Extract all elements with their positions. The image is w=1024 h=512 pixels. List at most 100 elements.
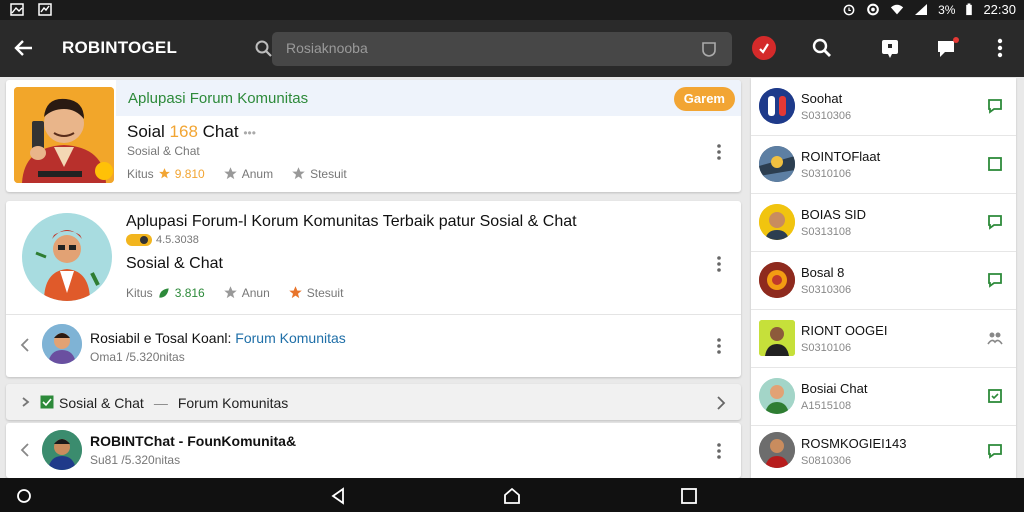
star-icon (223, 167, 237, 180)
system-nav-bar (0, 478, 1024, 512)
separator: — (153, 395, 168, 411)
app-avatar-image (14, 87, 114, 183)
card-header-bar: Aplupasi Forum Komunitas Garem (116, 80, 741, 116)
overview-square-icon[interactable] (679, 486, 699, 506)
notification-red-button[interactable] (752, 36, 776, 60)
stat-item: Kitus 9.810 (127, 167, 205, 181)
chat-action-icon[interactable] (986, 387, 1004, 405)
group-icon[interactable] (986, 329, 1004, 347)
back-arrow-icon[interactable] (12, 36, 36, 60)
contact-avatar (759, 432, 795, 468)
star-icon (223, 286, 237, 299)
contact-number: S0313108 (801, 226, 852, 238)
app-full-title: Aplupasi Forum-l Korum Komunitas Terbaik… (126, 213, 577, 230)
app-title: ROBINTOGEL (62, 38, 178, 57)
chevron-right-icon[interactable] (716, 396, 726, 410)
contact-avatar (759, 320, 795, 356)
rating-value: 4.5.3038 (156, 234, 199, 246)
more-options-icon[interactable] (716, 442, 722, 460)
list-item-card[interactable]: ROBINTChat - FounKomunita& Su81 /5.320ni… (6, 423, 741, 478)
alarm-icon (843, 4, 855, 16)
more-options-icon[interactable] (716, 255, 722, 273)
sub-item-title-b[interactable]: Forum Komunitas (235, 330, 345, 346)
contact-name: ROSMKOGIEI143 (801, 436, 907, 451)
contact-item[interactable]: Bosiai Chat A1515108 (751, 368, 1016, 426)
search-field[interactable] (272, 32, 732, 66)
star-icon (292, 167, 305, 180)
battery-icon (966, 3, 973, 16)
app-stats: Kitus 9.810 Anum Stesuit (127, 166, 347, 181)
chevron-left-icon[interactable] (20, 443, 30, 457)
contact-avatar (759, 146, 795, 182)
stat-label: Anun (241, 285, 270, 300)
chat-action-icon[interactable] (986, 442, 1004, 460)
contact-avatar (759, 88, 795, 124)
app-category: Sosial & Chat (126, 255, 223, 272)
image-notification-icon (10, 3, 24, 16)
star-icon (289, 286, 302, 299)
chat-action-icon[interactable] (986, 97, 1004, 115)
app-name-number: 168 (169, 122, 198, 141)
contact-avatar (759, 378, 795, 414)
contact-number: S0310106 (801, 342, 852, 354)
more-menu-icon[interactable] (988, 36, 1012, 60)
user-avatar (42, 324, 82, 364)
search-input[interactable] (286, 40, 666, 56)
recent-circle-icon[interactable] (14, 486, 34, 506)
contact-item[interactable]: RIONT OOGEI S0310106 (751, 310, 1016, 368)
sub-item-title: Rosiabil e Tosal Koanl: Forum Komunitas (90, 330, 346, 346)
list-item-meta: Su81 /5.320nitas (90, 453, 181, 467)
chat-icon[interactable] (935, 36, 959, 60)
stat-value: 3.816 (174, 285, 205, 300)
app-detail-card[interactable]: Aplupasi Forum-l Korum Komunitas Terbaik… (6, 201, 741, 377)
stat-item: Kitus 3.816 (126, 286, 205, 300)
category-row[interactable]: Sosial & Chat — Forum Komunitas (6, 384, 741, 420)
app-avatar-image (22, 213, 112, 301)
stat-label: Kitus (127, 166, 154, 181)
contact-name: ROINTOFlaat (801, 149, 881, 164)
more-options-icon[interactable] (716, 143, 722, 161)
message-square-icon[interactable] (878, 36, 902, 60)
rating-icon (126, 234, 152, 246)
more-options-icon[interactable] (716, 337, 722, 355)
stat-item: Anum (223, 166, 273, 181)
contact-name: RIONT OOGEI (801, 323, 888, 338)
contact-number: S0310306 (801, 284, 852, 296)
chat-action-icon[interactable] (986, 213, 1004, 231)
app-name: Soial 168 Chat ••• (127, 122, 256, 142)
chat-action-icon[interactable] (986, 271, 1004, 289)
contact-item[interactable]: Bosal 8 S0310306 (751, 252, 1016, 310)
contact-number: S0810306 (801, 455, 852, 467)
stat-label: Kitus (126, 285, 153, 300)
category-link[interactable]: Forum Komunitas (178, 395, 288, 411)
chart-notification-icon (38, 3, 52, 16)
search-icon[interactable] (254, 39, 274, 59)
rating-row: 4.5.3038 (126, 234, 199, 246)
home-icon[interactable] (502, 486, 522, 506)
stat-label: Anum (241, 166, 274, 181)
contact-item[interactable]: ROSMKOGIEI143 S0810306 (751, 426, 1016, 484)
contact-name: Bosal 8 (801, 265, 845, 280)
stat-item: Stesuit (288, 285, 344, 300)
star-icon (158, 168, 170, 179)
card-header-title: Aplupasi Forum Komunitas (128, 90, 309, 107)
contact-number: A1515108 (801, 400, 852, 412)
contacts-panel: Soohat S0310306 ROINTOFlaat S0310106 BOI… (751, 78, 1016, 478)
shield-icon[interactable] (700, 40, 718, 58)
featured-app-card[interactable]: Aplupasi Forum Komunitas Garem Soial 168… (6, 80, 741, 192)
leaf-icon (159, 287, 169, 298)
back-triangle-icon[interactable] (328, 486, 348, 506)
stat-label: Stesuit (306, 285, 344, 300)
get-button[interactable]: Garem (673, 87, 735, 111)
stat-item: Stesuit (291, 166, 347, 181)
search-action-icon[interactable] (810, 36, 834, 60)
chat-action-icon[interactable] (986, 155, 1004, 173)
contact-item[interactable]: BOIAS SID S0313108 (751, 194, 1016, 252)
status-bar: 3% 22:30 (0, 0, 1024, 20)
battery-text: 3% (938, 2, 956, 17)
checkbox-icon[interactable] (40, 395, 54, 409)
contact-item[interactable]: Soohat S0310306 (751, 78, 1016, 136)
contact-item[interactable]: ROINTOFlaat S0310106 (751, 136, 1016, 194)
chevron-left-icon[interactable] (20, 338, 30, 352)
app-bar: ROBINTOGEL (0, 20, 1024, 77)
